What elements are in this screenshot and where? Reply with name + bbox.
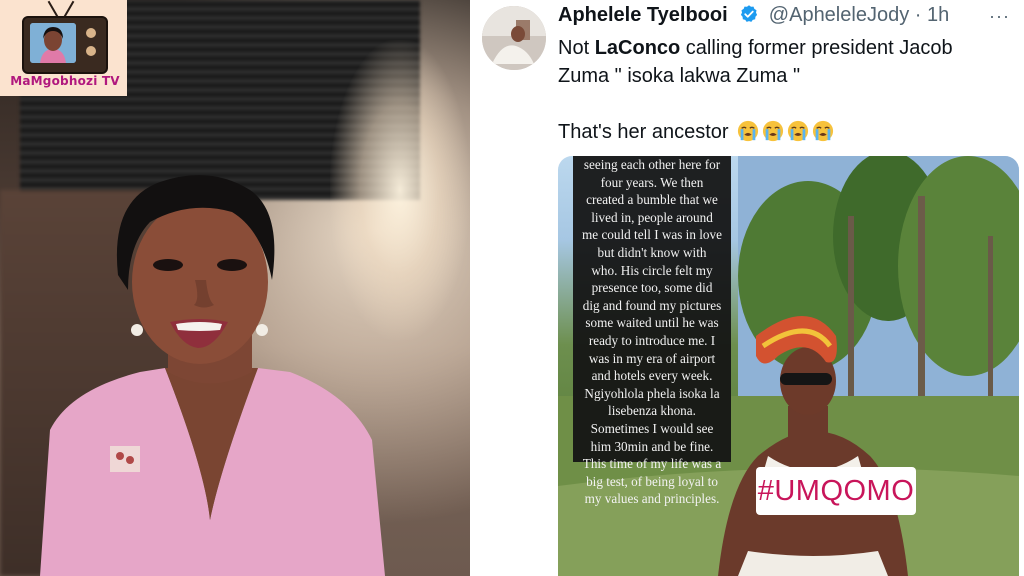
- story-line: my values and principles.: [584, 491, 720, 507]
- story-line: created a bumble that we: [586, 192, 718, 208]
- presenter-video: MaMgobhozi TV: [0, 0, 470, 576]
- user-avatar-image: [482, 6, 546, 70]
- channel-name: MaMgobhozi TV: [10, 74, 120, 88]
- loudly-crying-face-icon: [788, 120, 809, 142]
- story-line: some waited until he was: [585, 315, 719, 331]
- story-line: Sometimes I would see: [590, 420, 714, 436]
- loudly-crying-face-icon: [813, 120, 834, 142]
- tweet-line-2: That's her ancestor: [558, 118, 1008, 146]
- tweet-media-image[interactable]: seeing each other here for four years. We…: [558, 156, 1019, 576]
- story-line: ready to introduce me. I: [588, 332, 716, 348]
- host-cartoon-icon: [30, 23, 76, 63]
- verified-badge-icon: [741, 5, 758, 22]
- story-line: This time of my life was a: [582, 456, 722, 472]
- separator-dot: ·: [914, 4, 922, 26]
- story-line: who. His circle felt my: [591, 262, 713, 278]
- story-line: me could tell I was in love: [582, 227, 722, 243]
- tweet-text-part: Not: [558, 37, 595, 59]
- story-text-overlay: seeing each other here for four years. We…: [573, 156, 731, 506]
- tv-knob-icon: [86, 46, 96, 56]
- tv-antenna-icon: [63, 0, 75, 18]
- user-handle[interactable]: @ApheleleJody: [769, 4, 909, 26]
- tweet-header: Aphelele Tyelbooi @ApheleleJody · 1h: [558, 4, 949, 28]
- tv-antenna-icon: [47, 0, 59, 18]
- tv-screen: [30, 23, 76, 63]
- hashtag-sticker: #UMQOMO: [756, 467, 916, 515]
- story-line: seeing each other here for: [583, 157, 721, 172]
- avatar[interactable]: [482, 6, 546, 70]
- tweet-timestamp[interactable]: 1h: [927, 4, 949, 26]
- loudly-crying-face-icon: [738, 120, 759, 142]
- story-line: but didn't know with: [597, 244, 707, 260]
- story-line: big test, of being loyal to: [586, 473, 718, 489]
- tweet-text-part: That's her ancestor: [558, 121, 729, 143]
- story-line: four years. We then: [600, 174, 704, 190]
- tweet-card[interactable]: Aphelele Tyelbooi @ApheleleJody · 1h ···…: [470, 0, 1024, 576]
- display-name[interactable]: Aphelele Tyelbooi: [558, 4, 728, 26]
- story-line: was in my era of airport: [588, 350, 716, 366]
- emoji-row: [734, 120, 834, 143]
- retro-tv-icon: [22, 16, 108, 74]
- story-line: him 30min and be fine.: [590, 438, 714, 454]
- story-line: lisebenza khona.: [608, 403, 696, 419]
- story-line: presence too, some did: [591, 280, 713, 296]
- tweet-text-mention: LaConco: [594, 37, 681, 59]
- more-options-icon[interactable]: ···: [989, 6, 1010, 27]
- tv-knob-icon: [86, 28, 96, 38]
- tweet-line-1: Not LaConco calling former president Jac…: [558, 34, 1008, 90]
- tweet-text: Not LaConco calling former president Jac…: [558, 34, 1008, 146]
- story-line: and hotels every week.: [591, 368, 713, 384]
- story-line: Ngiyohlola phela isoka la: [584, 385, 720, 401]
- loudly-crying-face-icon: [763, 120, 784, 142]
- story-line: dig and found my pictures: [582, 297, 722, 313]
- story-line: lived in, people around: [591, 209, 713, 225]
- channel-logo: MaMgobhozi TV: [0, 0, 127, 96]
